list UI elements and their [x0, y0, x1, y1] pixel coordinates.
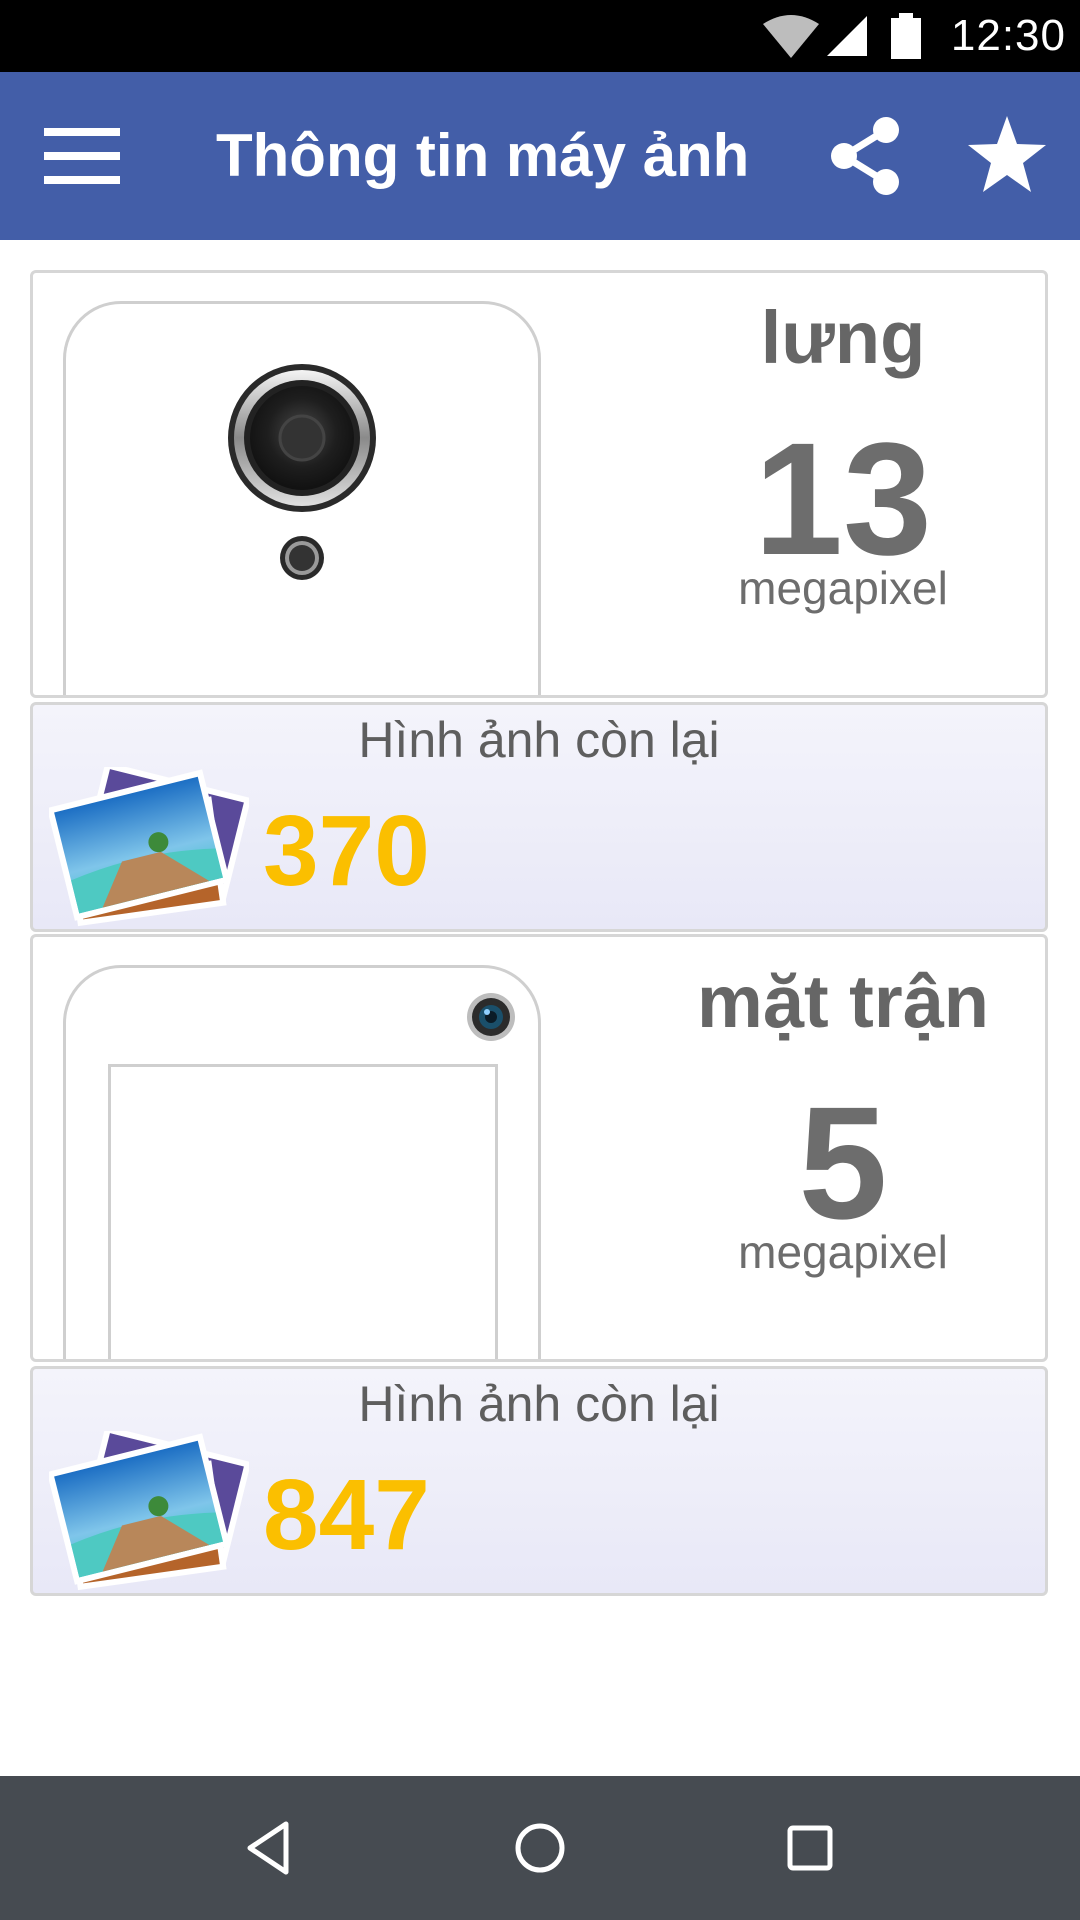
status-icons: 12:30 [762, 0, 1066, 72]
nav-recents-button[interactable] [780, 1818, 840, 1878]
star-icon [968, 116, 1046, 192]
menu-icon [44, 128, 120, 184]
battery-icon [890, 13, 921, 59]
share-icon [831, 117, 899, 195]
share-button[interactable] [826, 116, 906, 196]
phone-back-illustration [63, 301, 541, 695]
back-icon [247, 1821, 289, 1875]
front-photos-remaining-card: Hình ảnh còn lại 847 [30, 1366, 1048, 1596]
rear-camera-card: lưng 13 megapixel [30, 270, 1048, 698]
camera-label: mặt trận [697, 960, 989, 1043]
megapixel-unit: megapixel [738, 1226, 948, 1278]
front-camera-lens-icon [467, 993, 515, 1041]
status-bar: 12:30 [0, 0, 1080, 72]
cell-signal-icon [826, 16, 867, 56]
phone-screen-outline [108, 1064, 498, 1359]
photos-remaining-label: Hình ảnh còn lại [358, 712, 720, 768]
photos-stack-icon [49, 767, 249, 927]
nav-home-button[interactable] [510, 1818, 570, 1878]
home-icon [515, 1823, 565, 1873]
rear-photos-remaining-card: Hình ảnh còn lại 370 [30, 702, 1048, 932]
camera-label: lưng [760, 296, 926, 379]
app-title: Thông tin máy ảnh [216, 122, 750, 189]
photos-remaining-count: 370 [263, 795, 430, 907]
front-camera-card: mặt trận 5 megapixel [30, 934, 1048, 1362]
photos-stack-icon [49, 1431, 249, 1591]
photos-remaining-count: 847 [263, 1459, 430, 1571]
rear-camera-lens-icon [228, 364, 376, 580]
recents-icon [787, 1825, 833, 1871]
menu-button[interactable] [44, 124, 122, 190]
app-bar: Thông tin máy ảnh [0, 72, 1080, 240]
megapixel-value: 13 [754, 409, 932, 588]
favorite-button[interactable] [966, 114, 1048, 196]
megapixel-unit: megapixel [738, 562, 948, 614]
wifi-icon [762, 15, 819, 58]
nav-back-button[interactable] [240, 1818, 300, 1878]
system-nav-bar [0, 1776, 1080, 1920]
megapixel-value: 5 [798, 1073, 888, 1252]
phone-front-illustration [63, 965, 541, 1359]
status-time: 12:30 [950, 11, 1066, 60]
photos-remaining-label: Hình ảnh còn lại [358, 1376, 720, 1432]
